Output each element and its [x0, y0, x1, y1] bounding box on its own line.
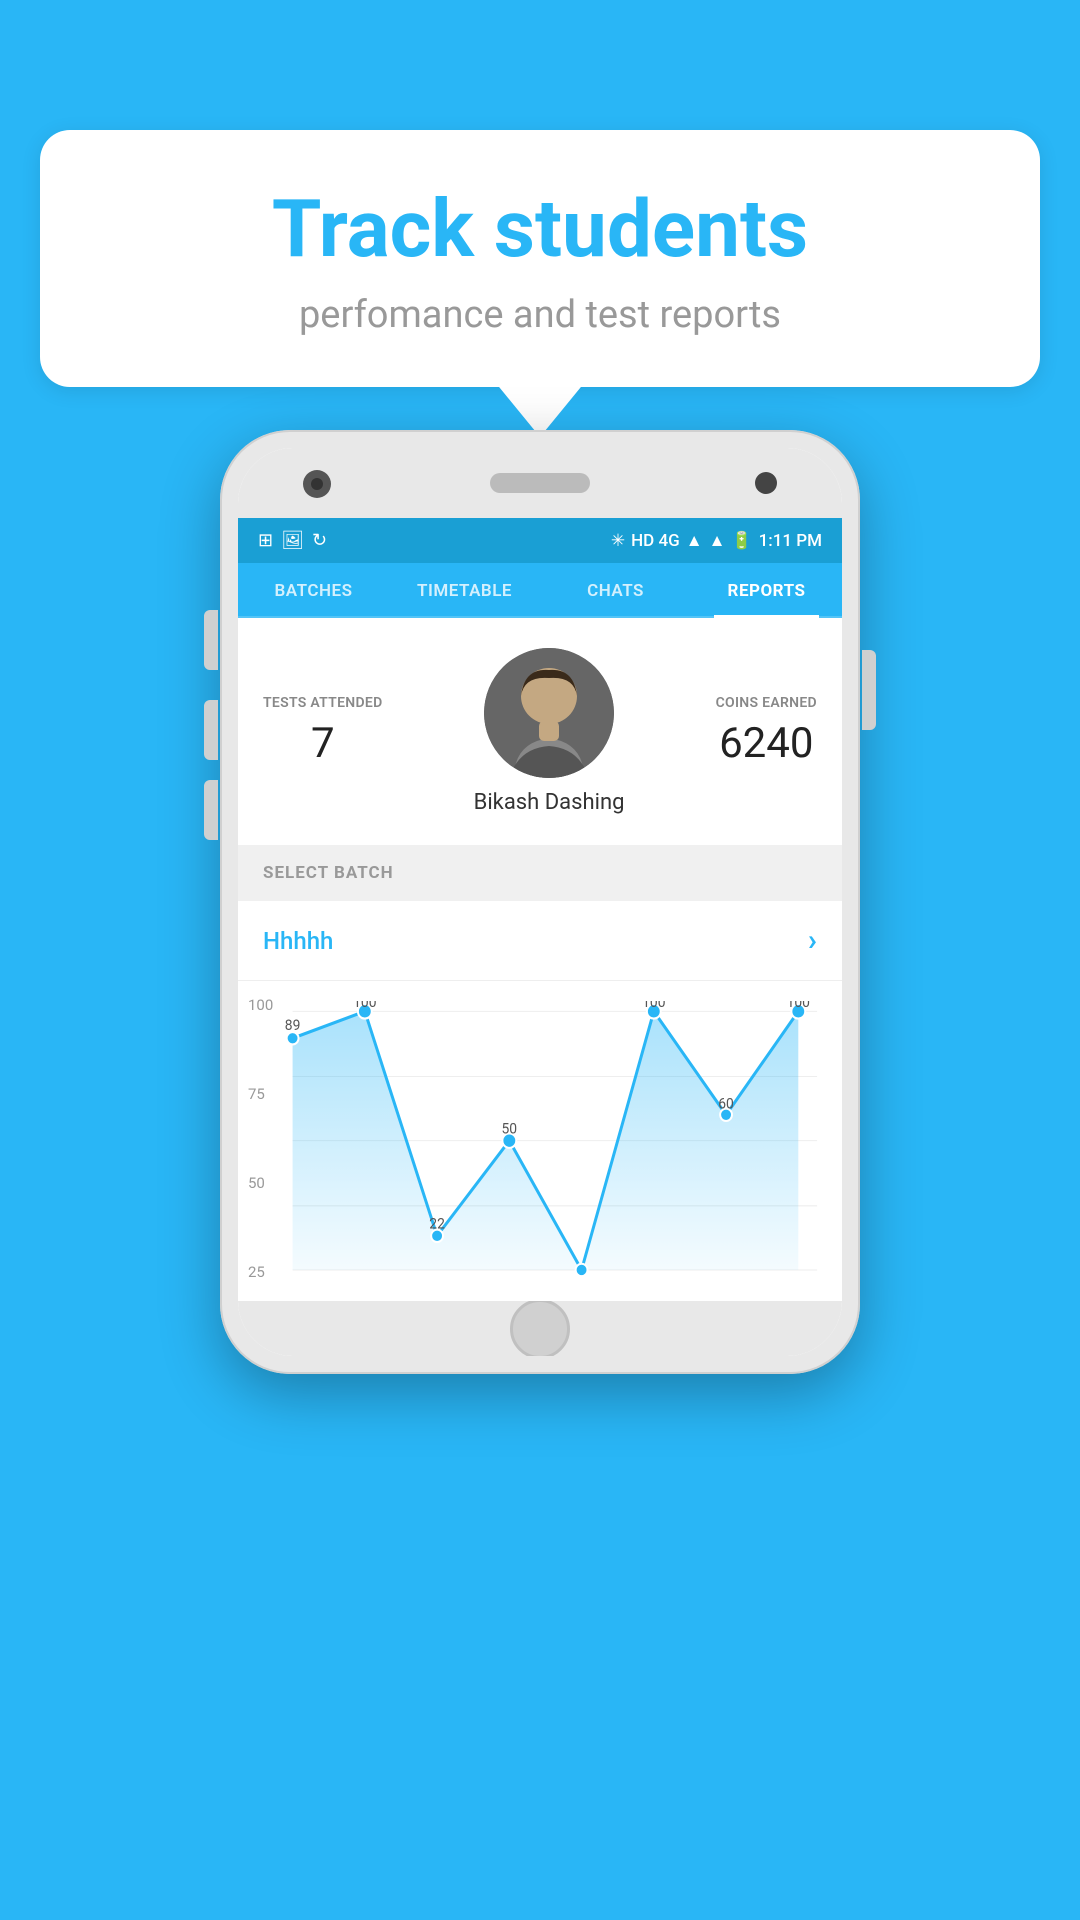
phone-bottom-bar — [238, 1301, 842, 1356]
tab-batches[interactable]: BATCHES — [238, 563, 389, 616]
profile-section: TESTS ATTENDED 7 — [238, 618, 842, 845]
signal-icon: ▲ — [686, 531, 703, 551]
status-bar: ⊞ 🖼 ↻ ✳ HD 4G ▲ ▲ 🔋 1:11 PM — [238, 518, 842, 563]
battery-icon: 🔋 — [731, 531, 752, 551]
chart-area: 100 75 50 25 — [238, 981, 842, 1301]
phone-top-bar — [238, 448, 842, 518]
phone-inner: ⊞ 🖼 ↻ ✳ HD 4G ▲ ▲ 🔋 1:11 PM — [238, 448, 842, 1356]
avatar-svg — [484, 648, 614, 778]
y-label-100: 100 — [248, 996, 273, 1014]
phone-mockup: ⊞ 🖼 ↻ ✳ HD 4G ▲ ▲ 🔋 1:11 PM — [220, 430, 860, 1374]
chart-y-labels: 100 75 50 25 — [248, 996, 273, 1281]
select-batch-label: SELECT BATCH — [263, 863, 394, 883]
avatar-block: Bikash Dashing — [474, 648, 625, 815]
svg-text:100: 100 — [787, 1001, 810, 1011]
y-label-25: 25 — [248, 1263, 273, 1281]
tests-attended-label: TESTS ATTENDED — [263, 695, 383, 711]
nav-tabs: BATCHES TIMETABLE CHATS REPORTS — [238, 563, 842, 618]
speech-bubble: Track students perfomance and test repor… — [40, 130, 1040, 387]
y-label-75: 75 — [248, 1085, 273, 1103]
camera-lens — [303, 470, 331, 498]
coins-earned-label: COINS EARNED — [716, 695, 817, 711]
svg-text:60: 60 — [718, 1096, 734, 1112]
user-name: Bikash Dashing — [474, 790, 625, 815]
tests-attended-value: 7 — [263, 719, 383, 768]
phone-screen: ⊞ 🖼 ↻ ✳ HD 4G ▲ ▲ 🔋 1:11 PM — [238, 518, 842, 1301]
bluetooth-icon: ✳ — [611, 531, 625, 551]
notification-icon: ⊞ — [258, 530, 273, 551]
bubble-subtitle: perfomance and test reports — [100, 293, 980, 337]
status-bar-left: ⊞ 🖼 ↻ — [258, 530, 327, 551]
tab-chats[interactable]: CHATS — [540, 563, 691, 616]
speaker-grill — [490, 473, 590, 493]
face-sensor — [755, 472, 777, 494]
network-label: HD 4G — [631, 531, 680, 551]
status-bar-right: ✳ HD 4G ▲ ▲ 🔋 1:11 PM — [611, 531, 822, 551]
home-button[interactable] — [510, 1299, 570, 1357]
tests-attended-block: TESTS ATTENDED 7 — [263, 695, 383, 768]
svg-text:100: 100 — [353, 1001, 376, 1011]
performance-chart: 89 100 22 50 100 60 100 — [253, 1001, 827, 1301]
sync-icon: ↻ — [312, 530, 327, 551]
svg-text:100: 100 — [642, 1001, 665, 1011]
svg-text:22: 22 — [429, 1216, 445, 1232]
svg-text:50: 50 — [502, 1121, 518, 1137]
tab-reports[interactable]: REPORTS — [691, 563, 842, 616]
avatar — [484, 648, 614, 778]
y-label-50: 50 — [248, 1174, 273, 1192]
coins-earned-block: COINS EARNED 6240 — [716, 695, 817, 768]
batch-name: Hhhhh — [263, 927, 333, 955]
select-batch-header: SELECT BATCH — [238, 845, 842, 901]
image-icon: 🖼 — [281, 530, 304, 551]
signal-icon-2: ▲ — [709, 531, 726, 551]
coins-earned-value: 6240 — [716, 719, 817, 768]
bubble-title: Track students — [100, 185, 980, 273]
time-display: 1:11 PM — [759, 531, 822, 551]
phone-outer: ⊞ 🖼 ↻ ✳ HD 4G ▲ ▲ 🔋 1:11 PM — [220, 430, 860, 1374]
tab-timetable[interactable]: TIMETABLE — [389, 563, 540, 616]
svg-text:89: 89 — [285, 1018, 301, 1034]
batch-row[interactable]: Hhhhh › — [238, 901, 842, 981]
chevron-right-icon: › — [808, 923, 817, 958]
